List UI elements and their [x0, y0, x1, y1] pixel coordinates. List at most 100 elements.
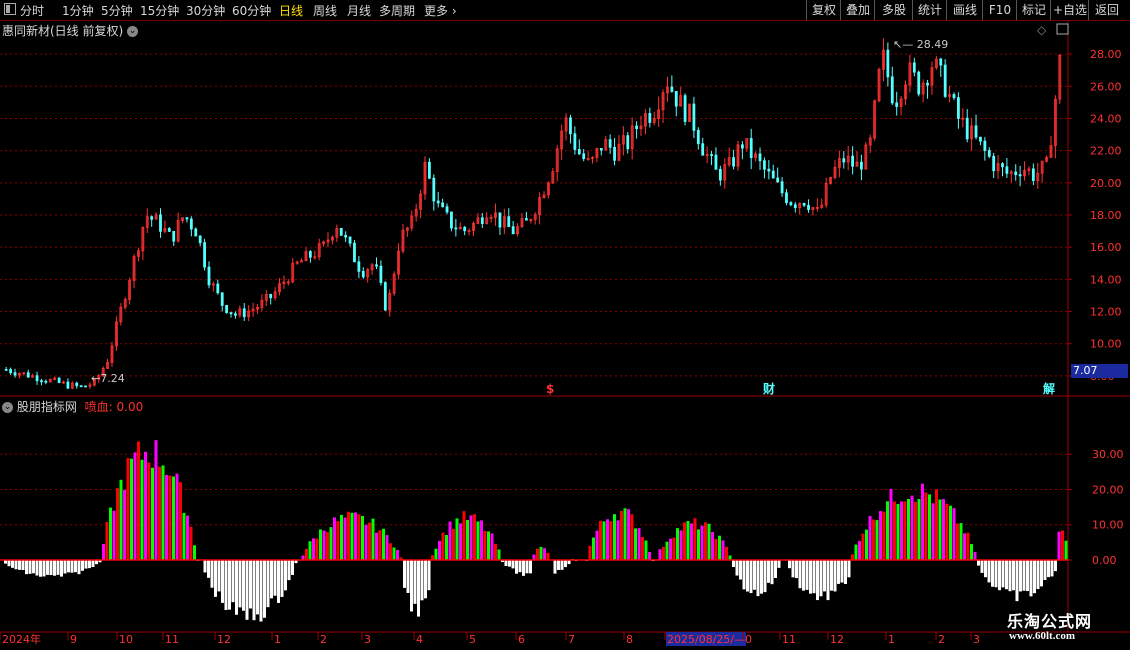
indicator-bar — [112, 510, 116, 560]
candle-body — [66, 381, 70, 389]
candle-body — [172, 230, 176, 242]
indicator-bar — [879, 511, 882, 560]
diamond-icon: ◇ — [1037, 23, 1047, 37]
indicator-bar — [116, 488, 119, 560]
watermark-line1: 乐淘公式网 — [1007, 612, 1093, 631]
indicator-bar — [256, 560, 259, 615]
indicator-bar — [326, 532, 329, 560]
indicator-bar — [438, 540, 441, 560]
candle-body — [13, 372, 17, 376]
indicator-bar — [889, 488, 893, 560]
indicator-bar — [378, 530, 382, 560]
date-tick-label: 3 — [973, 633, 980, 646]
candle-body — [216, 283, 220, 294]
indicator-bar — [53, 560, 56, 576]
indicator-bar — [900, 501, 903, 560]
indicator-bar — [319, 529, 322, 560]
candle-body — [79, 385, 83, 388]
indicator-bar — [49, 560, 53, 576]
indicator-bar — [455, 518, 459, 560]
candle-body — [635, 125, 638, 129]
indicator-bar — [84, 560, 88, 569]
indicator-bar — [602, 521, 606, 560]
stock-chart[interactable]: 8.0010.0012.0014.0016.0018.0020.0022.002… — [0, 0, 1130, 650]
candle-body — [357, 261, 361, 272]
indicator-bar — [609, 521, 613, 560]
date-tick-label: 7 — [568, 633, 575, 646]
date-tick-label: 2 — [938, 633, 945, 646]
indicator-bar — [130, 458, 133, 560]
indicator-bar — [511, 560, 515, 569]
candle-body — [234, 313, 237, 316]
candle-body — [198, 235, 202, 244]
indicator-bar — [564, 560, 567, 568]
event-marker-2: 解 — [1043, 381, 1055, 396]
indicator-bar — [868, 515, 872, 560]
indicator-bar — [963, 533, 966, 560]
indicator-bar — [158, 466, 161, 560]
indicator-bar — [774, 560, 777, 578]
candle-body — [890, 76, 894, 104]
indicator-bar — [704, 522, 707, 560]
indicator-bar — [854, 544, 858, 560]
indicator-bar — [81, 560, 84, 571]
candle-body — [75, 382, 79, 387]
candle-body — [40, 380, 43, 383]
indicator-bar — [11, 560, 14, 568]
candle-body — [348, 236, 352, 244]
indicator-bar — [893, 501, 896, 560]
indicator-bar — [875, 520, 879, 560]
candle-body — [696, 129, 700, 145]
indicator-tick-label: 0.00 — [1092, 554, 1117, 567]
indicator-bar — [354, 512, 357, 560]
candle-body — [480, 217, 484, 224]
indicator-bar — [42, 560, 46, 577]
indicator-bar — [714, 538, 718, 560]
indicator-bar — [770, 560, 774, 585]
candle-body — [353, 242, 356, 263]
indicator-bar — [480, 520, 483, 560]
date-tick-label: 5 — [469, 633, 476, 646]
indicator-bar — [711, 531, 714, 560]
price-tick-label: 16.00 — [1090, 241, 1122, 254]
indicator-bar — [1036, 560, 1040, 590]
high-price-label: ↖— 28.49 — [893, 38, 948, 51]
indicator-bar — [284, 560, 287, 591]
candle-body — [1005, 166, 1009, 174]
date-tick-label: 6 — [518, 633, 525, 646]
indicator-bar — [427, 560, 431, 591]
candle-body — [860, 161, 863, 170]
indicator-bar — [630, 514, 634, 560]
indicator-bar — [644, 540, 648, 560]
indicator-bar — [357, 514, 361, 560]
indicator-bar — [469, 515, 473, 560]
indicator-tick-label: 30.00 — [1092, 448, 1124, 461]
indicator-tick-label: 20.00 — [1092, 483, 1124, 496]
indicator-bar — [903, 501, 907, 560]
watermark-line2: www.60lt.com — [1009, 630, 1075, 642]
indicator-bar — [1064, 540, 1068, 560]
indicator-bar — [777, 560, 781, 568]
price-tick-label: 28.00 — [1090, 48, 1122, 61]
indicator-bar — [473, 514, 476, 560]
candle-body — [912, 62, 916, 73]
candle-body — [886, 49, 890, 78]
price-tick-label: 20.00 — [1090, 177, 1122, 190]
candle-body — [626, 135, 630, 150]
indicator-bar — [91, 560, 95, 568]
indicator-bar — [707, 523, 711, 560]
date-tick-label: 12 — [217, 633, 231, 646]
indicator-bar — [742, 560, 746, 590]
indicator-bar — [109, 507, 112, 560]
indicator-bar — [543, 548, 546, 560]
indicator-bar — [648, 551, 651, 560]
indicator-bar — [217, 560, 221, 592]
indicator-bar — [490, 533, 494, 560]
indicator-bar — [424, 560, 427, 599]
candle-body — [26, 372, 30, 378]
candle-body — [789, 202, 793, 206]
candle-body — [445, 206, 449, 213]
indicator-bar — [847, 560, 851, 578]
indicator-bar — [133, 452, 137, 560]
indicator-bar — [805, 560, 809, 590]
